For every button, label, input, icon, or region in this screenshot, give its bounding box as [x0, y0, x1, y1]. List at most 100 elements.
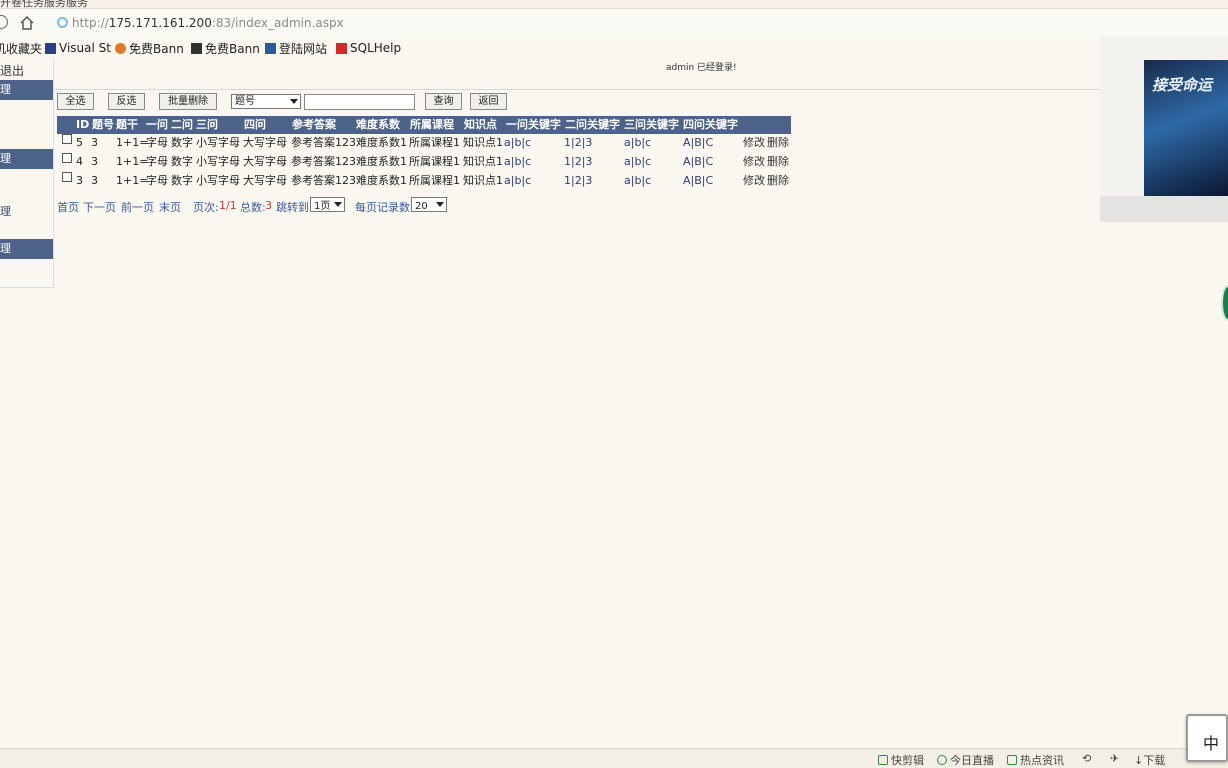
- cell-q3: 小写字母: [196, 155, 240, 168]
- refresh-icon[interactable]: [0, 15, 8, 29]
- bookmark-free-banner-2[interactable]: 免费Bann: [191, 40, 260, 56]
- cell-q4: 大写字母: [243, 136, 287, 149]
- download-icon: ↓: [1134, 753, 1144, 767]
- col-k3: 三问关键字: [624, 118, 679, 131]
- site-icon: [265, 42, 276, 54]
- browser-tab-title[interactable]: 开卷任务服务服务: [0, 0, 88, 8]
- play-icon: [878, 755, 888, 765]
- batch-delete-button[interactable]: 批量删除: [159, 93, 217, 110]
- col-knowledge-point: 知识点: [464, 118, 497, 131]
- cell-q3: 小写字母: [196, 174, 240, 187]
- cell-q4: 大写字母: [243, 174, 287, 187]
- pin-icon[interactable]: ✈: [1110, 752, 1119, 765]
- cell-stem: 1+1=: [116, 155, 149, 168]
- floating-assistant-icon[interactable]: [1221, 285, 1228, 321]
- ad-title: 接受命运: [1152, 76, 1213, 94]
- sidebar-section-1[interactable]: 理: [0, 80, 53, 100]
- sidebar: 退出 理 理 理 理: [0, 58, 54, 288]
- last-page-link[interactable]: 末页: [159, 199, 181, 215]
- refresh-status-icon[interactable]: ⟲: [1082, 752, 1091, 765]
- cell-course: 所属课程1: [409, 174, 460, 187]
- col-stem: 题干: [116, 118, 138, 131]
- per-page-select[interactable]: 20: [411, 197, 447, 212]
- row-checkbox[interactable]: [62, 153, 72, 163]
- prev-page-link[interactable]: 前一页: [121, 199, 154, 215]
- edit-link[interactable]: 修改: [743, 172, 765, 190]
- cell-id: 4: [76, 155, 83, 168]
- delete-link[interactable]: 删除: [767, 172, 789, 190]
- sidebar-item[interactable]: 理: [0, 203, 11, 219]
- col-q2: 二问: [171, 118, 193, 131]
- cell-k4: A|B|C: [683, 155, 714, 168]
- ad-thumbnail[interactable]: 接受命运: [1144, 60, 1228, 196]
- select-all-button[interactable]: 全选: [57, 93, 94, 110]
- bookmark-favorites[interactable]: 机收藏夹: [0, 40, 42, 56]
- delete-link[interactable]: 删除: [767, 153, 789, 171]
- cell-k1: a|b|c: [504, 136, 532, 149]
- ad-panel[interactable]: 接受命运: [1100, 36, 1228, 222]
- edit-link[interactable]: 修改: [743, 153, 765, 171]
- live-stream-item[interactable]: 今日直播: [937, 752, 994, 768]
- row-checkbox[interactable]: [62, 172, 72, 182]
- cell-k4: A|B|C: [683, 174, 714, 187]
- hot-news-item[interactable]: 热点资讯: [1007, 752, 1064, 768]
- search-field-select[interactable]: 题号: [231, 94, 301, 109]
- site-loading-icon: [57, 17, 68, 28]
- cell-q4: 大写字母: [243, 155, 287, 168]
- cell-q1: 字母: [146, 155, 168, 168]
- col-answer: 参考答案: [292, 118, 336, 131]
- first-page-link[interactable]: 首页: [57, 199, 79, 215]
- col-q3: 三问: [196, 118, 218, 131]
- bookmark-visual-studio[interactable]: Visual St: [45, 40, 111, 56]
- cell-knowledge-point: 知识点1: [463, 174, 503, 187]
- cell-k1: a|b|c: [504, 174, 532, 187]
- search-input[interactable]: [304, 94, 415, 110]
- logout-link[interactable]: 退出: [0, 62, 24, 79]
- cell-stem: 1+1=: [116, 136, 149, 149]
- sidebar-section-3[interactable]: 理: [0, 239, 53, 259]
- cell-difficulty: 难度系数1: [356, 174, 407, 187]
- bookmark-login-site[interactable]: 登陆网站: [265, 40, 327, 56]
- cell-q1: 字母: [146, 136, 168, 149]
- col-q4: 四问: [244, 118, 266, 131]
- jump-page-select[interactable]: 1页: [310, 197, 345, 212]
- news-icon: [1007, 755, 1017, 765]
- invert-selection-button[interactable]: 反选: [108, 93, 145, 110]
- cell-q3: 小写字母: [196, 136, 240, 149]
- url-field[interactable]: http://175.171.161.200:83/index_admin.as…: [72, 16, 344, 30]
- total-value: 3: [265, 199, 272, 212]
- ime-indicator[interactable]: 中: [1186, 714, 1228, 762]
- cell-k2: 1|2|3: [564, 136, 593, 149]
- delete-link[interactable]: 删除: [767, 134, 789, 152]
- live-icon: [937, 755, 947, 765]
- download-item[interactable]: ↓ 下载: [1134, 752, 1165, 768]
- back-button[interactable]: 返回: [470, 93, 507, 110]
- bookmark-sqlhelp[interactable]: SQLHelp: [336, 40, 401, 56]
- cell-k3: a|b|c: [624, 174, 652, 187]
- table-row: 3 3 1+1= 字母 数字 小写字母 大写字母 参考答案123 难度系数1 所…: [57, 172, 791, 191]
- row-checkbox[interactable]: [62, 134, 72, 144]
- cell-k1: a|b|c: [504, 155, 532, 168]
- home-icon[interactable]: [19, 15, 35, 31]
- edit-link[interactable]: 修改: [743, 134, 765, 152]
- bookmarks-bar: 机收藏夹 Visual St 免费Bann 免费Bann 登陆网站 SQLHel…: [0, 39, 1228, 57]
- page-value: 1/1: [219, 199, 237, 212]
- col-difficulty: 难度系数: [356, 118, 400, 131]
- col-number: 题号: [92, 118, 114, 131]
- quick-edit-item[interactable]: 快剪辑: [878, 752, 924, 768]
- per-page-label: 每页记录数: [355, 201, 410, 214]
- col-id: ID: [76, 118, 90, 131]
- cell-number: 3: [91, 155, 98, 168]
- col-k2: 二问关键字: [565, 118, 620, 131]
- col-course: 所属课程: [410, 118, 454, 131]
- rocket-icon: [115, 42, 126, 54]
- cell-knowledge-point: 知识点1: [463, 155, 503, 168]
- sidebar-section-2[interactable]: 理: [0, 149, 53, 169]
- next-page-link[interactable]: 下一页: [83, 199, 116, 215]
- bookmark-free-banner-1[interactable]: 免费Bann: [115, 40, 184, 56]
- cell-stem: 1+1=: [116, 174, 149, 187]
- questions-table: ID 题号 题干 一问 二问 三问 四问 参考答案 难度系数 所属课程 知识点 …: [57, 116, 791, 191]
- cell-number: 3: [91, 136, 98, 149]
- page-label: 页次:: [193, 201, 219, 214]
- query-button[interactable]: 查询: [425, 93, 462, 110]
